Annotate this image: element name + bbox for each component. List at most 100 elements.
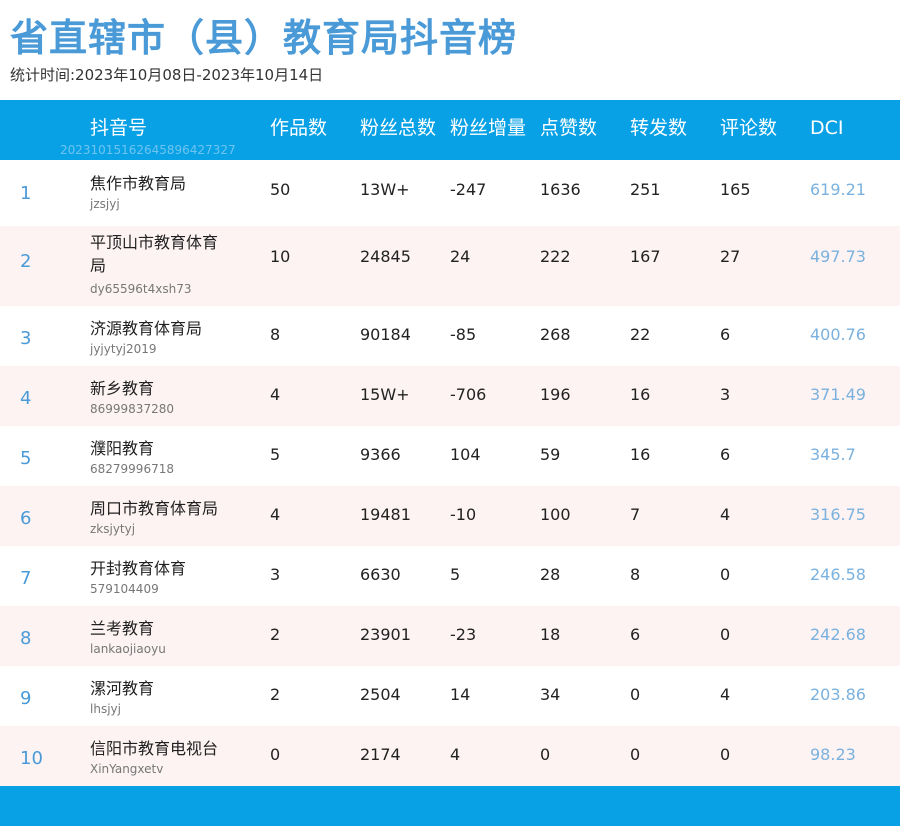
shares-count: 7: [630, 505, 641, 524]
dci-score: 400.76: [810, 325, 866, 344]
account-name: 新乡教育: [90, 379, 155, 398]
account-id: 68279996718: [90, 462, 174, 476]
shares-count: 16: [630, 385, 651, 404]
header-shares: 转发数: [630, 117, 688, 139]
fans-growth: 4: [450, 745, 461, 764]
comments-count: 165: [720, 180, 751, 199]
likes-count: 59: [540, 445, 561, 464]
rank: 7: [20, 568, 32, 589]
dci-score: 619.21: [810, 180, 866, 199]
fans-total: 15W+: [360, 385, 410, 404]
page-title: 省直辖市（县）教育局抖音榜: [10, 16, 518, 60]
rank: 9: [20, 688, 32, 709]
table-row: 4 新乡教育 86999837280 4 15W+ -706 196 16 3 …: [0, 366, 900, 426]
account-name: 信阳市教育电视台: [90, 739, 219, 758]
header-fans-growth: 粉丝增量: [450, 117, 527, 139]
works-count: 50: [270, 180, 291, 199]
account-id: zksjytyj: [90, 522, 136, 536]
table-row: 8 兰考教育 lankaojiaoyu 2 23901 -23 18 6 0 2…: [0, 606, 900, 666]
rank: 1: [20, 183, 32, 204]
comments-count: 6: [720, 445, 731, 464]
fans-growth: 5: [450, 565, 461, 584]
table-row: 6 周口市教育体育局 zksjytyj 4 19481 -10 100 7 4 …: [0, 486, 900, 546]
header-works: 作品数: [270, 117, 328, 139]
rank: 5: [20, 448, 32, 469]
account-name: 平顶山市教育体育局: [90, 233, 219, 275]
fans-total: 13W+: [360, 180, 410, 199]
fans-growth: 104: [450, 445, 481, 464]
likes-count: 0: [540, 745, 551, 764]
fans-growth: -706: [450, 385, 487, 404]
comments-count: 0: [720, 745, 731, 764]
table-row: 3 济源教育体育局 jyjytyj2019 8 90184 -85 268 22…: [0, 306, 900, 366]
date-range: 统计时间:2023年10月08日-2023年10月14日: [10, 66, 324, 84]
works-count: 10: [270, 247, 291, 266]
likes-count: 1636: [540, 180, 581, 199]
rank: 8: [20, 628, 32, 649]
shares-count: 0: [630, 685, 641, 704]
table-row: 10 信阳市教育电视台 XinYangxetv 0 2174 4 0 0 0 9…: [0, 726, 900, 786]
fans-growth: -85: [450, 325, 477, 344]
comments-count: 6: [720, 325, 731, 344]
account-id: lhsjyj: [90, 702, 121, 716]
fans-total: 23901: [360, 625, 411, 644]
account-id: lankaojiaoyu: [90, 642, 166, 656]
comments-count: 0: [720, 565, 731, 584]
account-name: 兰考教育: [90, 619, 155, 638]
account-id: dy65596t4xsh73: [90, 282, 192, 296]
account-name: 濮阳教育: [90, 439, 155, 458]
dci-score: 316.75: [810, 505, 866, 524]
header-watermark: 20231015162645896427327: [60, 143, 236, 157]
shares-count: 6: [630, 625, 641, 644]
works-count: 3: [270, 565, 281, 584]
account-name: 焦作市教育局: [90, 174, 187, 193]
likes-count: 28: [540, 565, 561, 584]
likes-count: 34: [540, 685, 561, 704]
fans-growth: -23: [450, 625, 477, 644]
comments-count: 4: [720, 505, 731, 524]
header-fans-total: 粉丝总数: [360, 117, 437, 139]
comments-count: 4: [720, 685, 731, 704]
likes-count: 222: [540, 247, 571, 266]
comments-count: 3: [720, 385, 731, 404]
fans-total: 90184: [360, 325, 411, 344]
table-row: 5 濮阳教育 68279996718 5 9366 104 59 16 6 34…: [0, 426, 900, 486]
works-count: 0: [270, 745, 281, 764]
works-count: 5: [270, 445, 281, 464]
works-count: 2: [270, 685, 281, 704]
shares-count: 251: [630, 180, 661, 199]
shares-count: 22: [630, 325, 651, 344]
dci-score: 345.7: [810, 445, 856, 464]
header-dci: DCI: [810, 117, 844, 139]
account-id: jyjytyj2019: [90, 342, 157, 356]
account-id: 579104409: [90, 582, 159, 596]
likes-count: 18: [540, 625, 561, 644]
shares-count: 167: [630, 247, 661, 266]
dci-score: 371.49: [810, 385, 866, 404]
fans-total: 19481: [360, 505, 411, 524]
fans-growth: 14: [450, 685, 471, 704]
comments-count: 0: [720, 625, 731, 644]
account-id: XinYangxetv: [90, 762, 164, 776]
fans-growth: -247: [450, 180, 487, 199]
dci-score: 497.73: [810, 247, 866, 266]
account-name: 开封教育体育: [90, 559, 187, 578]
table-row: 2 平顶山市教育体育局 dy65596t4xsh73 10 24845 24 2…: [0, 226, 900, 306]
header-comments: 评论数: [720, 117, 778, 139]
dci-score: 242.68: [810, 625, 866, 644]
dci-score: 98.23: [810, 745, 856, 764]
account-id: 86999837280: [90, 402, 174, 416]
fans-total: 2504: [360, 685, 401, 704]
likes-count: 268: [540, 325, 571, 344]
footer-bar: [0, 786, 900, 826]
dci-score: 203.86: [810, 685, 866, 704]
account-id: jzsjyj: [90, 197, 120, 211]
comments-count: 27: [720, 247, 741, 266]
fans-total: 9366: [360, 445, 401, 464]
shares-count: 16: [630, 445, 651, 464]
works-count: 8: [270, 325, 281, 344]
dci-score: 246.58: [810, 565, 866, 584]
rank: 6: [20, 508, 32, 529]
fans-growth: -10: [450, 505, 477, 524]
rank: 10: [20, 748, 43, 769]
